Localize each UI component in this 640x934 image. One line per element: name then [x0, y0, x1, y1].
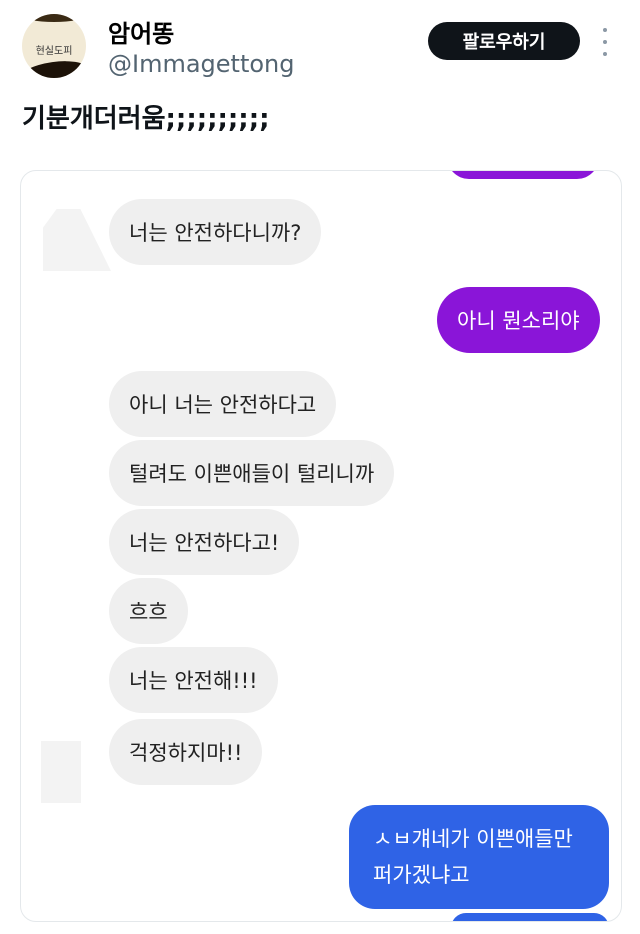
avatar-top-shade	[22, 14, 86, 22]
avatar-text: 현실도피	[35, 46, 73, 57]
message-text: 너는 안전해!!!	[129, 669, 258, 693]
chat-bubble-sent: 아니 뭔소리야	[437, 287, 600, 353]
chat-bubble-received: 너는 안전하다고!	[109, 509, 300, 575]
tweet-text: 기분개더러움;;;;;;;;;;	[22, 104, 270, 134]
avatar[interactable]: 현실도피	[22, 14, 86, 78]
message-text: 털려도 이쁜애들이 털리니까	[129, 462, 375, 486]
message-text-line: ㅅㅂ걔네가 이쁜애들만	[373, 827, 573, 851]
message-text: 걱정하지마!!	[129, 741, 243, 765]
avatar-bottom-shade	[22, 57, 86, 78]
message-text: 아니 너는 안전하다고	[129, 393, 317, 417]
message-text: 너는 안전하다니까?	[129, 221, 302, 245]
more-dot	[603, 28, 607, 32]
blurred-avatar	[43, 209, 111, 271]
more-dot	[603, 52, 607, 56]
user-handle[interactable]: @Immagettong	[108, 50, 295, 78]
chat-bubble-sent: ㅅㅂ걔네가 이쁜애들만 퍼가겠냐고	[349, 805, 609, 909]
chat-bubble-received: 너는 안전하다니까?	[109, 199, 322, 265]
tweet-image[interactable]: 너는 안전하다니까? 아니 뭔소리야 아니 너는 안전하다고 털려도 이쁜애들이…	[20, 170, 622, 922]
partial-sent-bubble-top	[447, 171, 599, 179]
chat-bubble-received: 아니 너는 안전하다고	[109, 371, 337, 437]
display-name[interactable]: 암어똥	[108, 14, 174, 49]
message-text: 너는 안전하다고!	[129, 531, 280, 555]
more-vertical-icon[interactable]	[600, 28, 610, 56]
chat-bubble-received: 흐흐	[109, 578, 188, 644]
partial-sent-bubble-bottom	[451, 913, 609, 921]
chat-bubble-received: 너는 안전해!!!	[109, 647, 278, 713]
message-text: 아니 뭔소리야	[457, 309, 580, 333]
chat-bubble-received: 털려도 이쁜애들이 털리니까	[109, 440, 395, 506]
blurred-avatar	[41, 741, 81, 803]
more-dot	[603, 40, 607, 44]
follow-button[interactable]: 팔로우하기	[428, 22, 580, 60]
message-text: 흐흐	[129, 600, 168, 624]
chat-bubble-received: 걱정하지마!!	[109, 719, 263, 785]
message-text-line: 퍼가겠냐고	[373, 863, 470, 887]
